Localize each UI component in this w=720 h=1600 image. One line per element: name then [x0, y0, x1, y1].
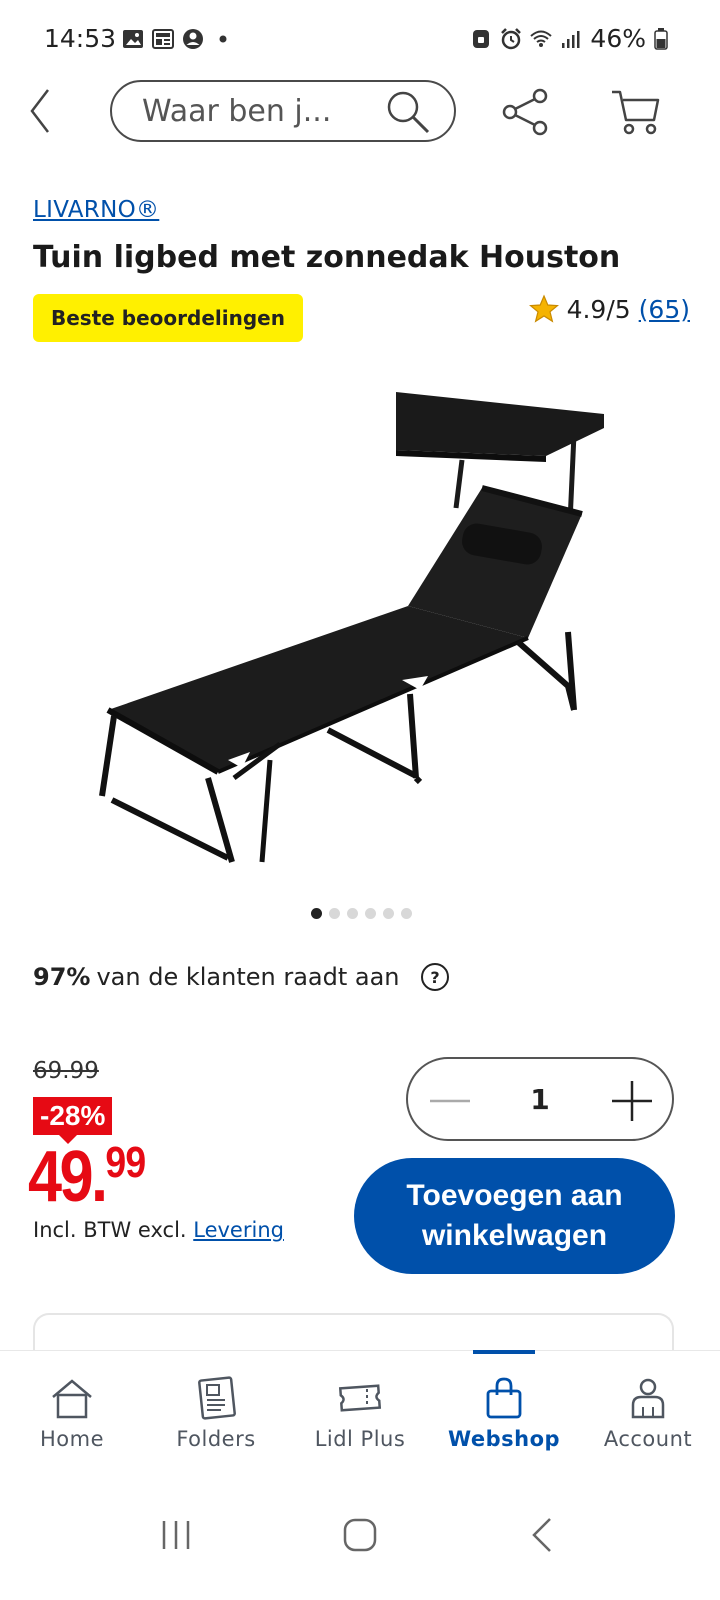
recommendation-rate: 97% van de klanten raadt aan ?	[33, 962, 450, 992]
system-navigation	[0, 1470, 720, 1600]
status-time: 14:53	[44, 24, 117, 53]
help-icon[interactable]: ?	[420, 962, 450, 992]
battery-percent: 46%	[590, 24, 646, 53]
carousel-dot[interactable]	[310, 908, 322, 919]
active-indicator	[473, 1350, 535, 1354]
signal-icon	[562, 30, 580, 48]
dot-icon	[219, 35, 227, 43]
plus-icon[interactable]	[610, 1079, 654, 1123]
nav-label: Folders	[176, 1427, 256, 1451]
vat-note: Incl. BTW excl. Levering	[33, 1218, 284, 1242]
recommend-percent: 97%	[33, 963, 91, 991]
home-button-icon[interactable]	[338, 1513, 382, 1557]
best-rated-badge: Beste beoordelingen	[33, 294, 303, 342]
lock-icon	[473, 29, 490, 48]
battery-icon	[654, 27, 668, 50]
ticket-icon	[338, 1384, 382, 1412]
cart-icon[interactable]	[610, 86, 662, 138]
news-icon	[152, 29, 174, 49]
image-carousel-dots[interactable]	[0, 908, 720, 919]
carousel-dot[interactable]	[400, 908, 412, 919]
account-circle-icon	[183, 29, 203, 49]
nav-label: Account	[603, 1427, 693, 1451]
discount-badge: -28%	[33, 1097, 113, 1135]
nav-lidl-plus[interactable]: Lidl Plus	[288, 1351, 432, 1470]
carousel-dot[interactable]	[364, 908, 376, 919]
rating: 4.9/5 (65)	[528, 294, 690, 324]
add-to-cart-line2: winkelwagen	[421, 1219, 608, 1252]
quantity-stepper: 1	[406, 1057, 674, 1141]
old-price: 69.99	[33, 1058, 99, 1084]
alarm-icon	[501, 27, 522, 49]
star-icon	[528, 294, 559, 323]
search-placeholder: Waar ben j...	[142, 93, 332, 129]
status-bar: 14:53 46%	[0, 0, 720, 80]
shopping-bag-icon	[486, 1377, 522, 1419]
delivery-link[interactable]: Levering	[193, 1218, 284, 1242]
price-euros: 49.	[28, 1137, 108, 1217]
vat-text: Incl. BTW excl.	[33, 1218, 194, 1242]
top-navigation: Waar ben j...	[0, 80, 720, 146]
folder-icon	[198, 1376, 236, 1420]
review-count-link[interactable]: (65)	[639, 295, 690, 324]
search-input[interactable]: Waar ben j...	[110, 80, 456, 142]
carousel-dot[interactable]	[328, 908, 340, 919]
nav-folders[interactable]: Folders	[144, 1351, 288, 1470]
nav-label: Lidl Plus	[314, 1427, 406, 1451]
search-icon[interactable]	[384, 88, 432, 136]
nav-home[interactable]: Home	[0, 1351, 144, 1470]
bottom-navigation: Home Folders Lidl Plus Webshop Account	[0, 1350, 720, 1470]
person-icon	[631, 1378, 665, 1419]
add-to-cart-button[interactable]: Toevoegen aan winkelwagen	[354, 1158, 675, 1274]
recommend-text: van de klanten raadt aan	[96, 963, 400, 991]
price-cents: 99	[105, 1138, 146, 1187]
current-price: 49.99	[28, 1136, 146, 1218]
nav-label: Home	[39, 1427, 104, 1451]
nav-label: Webshop	[447, 1427, 561, 1451]
share-icon[interactable]	[500, 86, 552, 138]
back-icon[interactable]	[26, 86, 56, 136]
svg-text:?: ?	[430, 968, 439, 987]
carousel-dot[interactable]	[382, 908, 394, 919]
carousel-dot[interactable]	[346, 908, 358, 919]
home-icon	[52, 1379, 92, 1419]
nav-webshop[interactable]: Webshop	[432, 1350, 576, 1470]
product-image[interactable]	[90, 380, 630, 880]
rating-value: 4.9/5	[566, 294, 631, 324]
system-back-icon[interactable]	[522, 1513, 566, 1557]
recent-apps-icon[interactable]	[154, 1513, 198, 1557]
nav-account[interactable]: Account	[576, 1351, 720, 1470]
add-to-cart-line1: Toevoegen aan	[406, 1178, 623, 1212]
wifi-icon	[530, 30, 553, 47]
product-title: Tuin ligbed met zonnedak Houston	[33, 240, 621, 275]
image-icon	[123, 30, 143, 48]
brand-link[interactable]: LIVARNO®	[33, 197, 159, 223]
